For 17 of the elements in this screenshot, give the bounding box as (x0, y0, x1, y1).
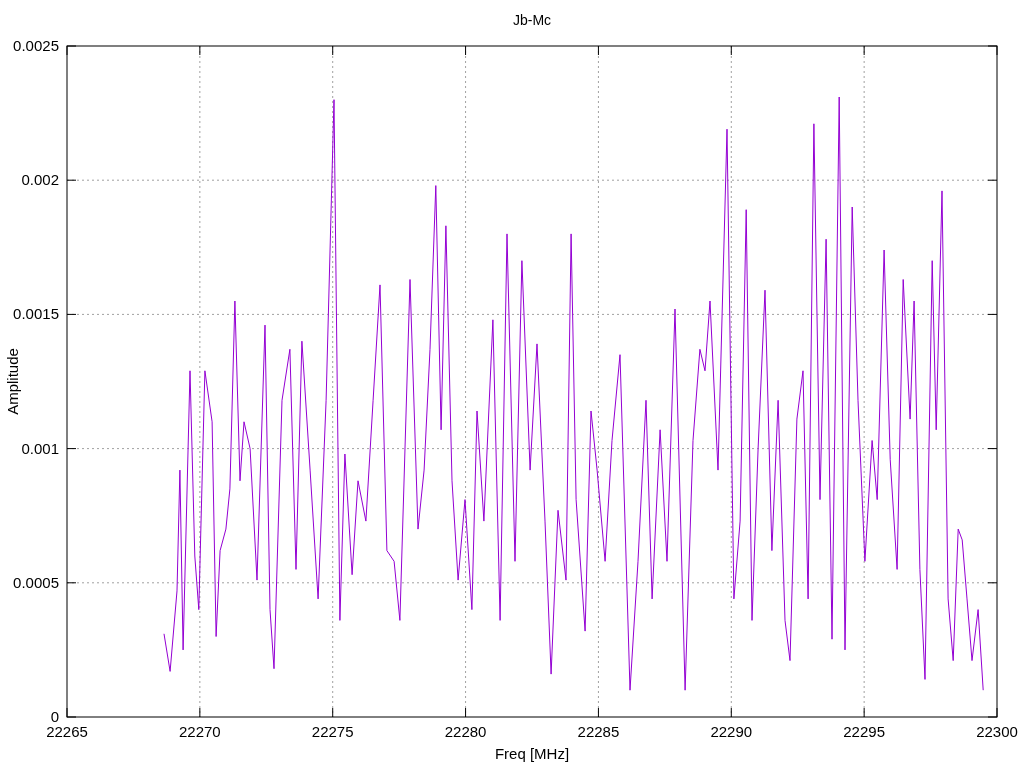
chart-title: Jb-Mc (512, 12, 552, 28)
y-tick-label: 0.001 (21, 439, 59, 457)
x-axis-label: Freq [MHz] (494, 745, 570, 762)
x-tick-label: 22295 (843, 723, 885, 740)
y-axis-label: Amplitude (4, 348, 21, 415)
x-tick-label: 22285 (577, 723, 620, 740)
x-tick-label: 22270 (179, 723, 221, 740)
x-tick-label: 22300 (976, 723, 1018, 740)
x-tick-label: 22275 (311, 723, 354, 740)
y-tick-label: 0.0025 (13, 37, 59, 54)
y-tick-label: 0.002 (21, 171, 59, 189)
y-tick-label: 0.0015 (13, 305, 59, 323)
x-tick-label: 22280 (444, 723, 487, 740)
y-tick-label: 0 (50, 708, 59, 725)
x-tick-label: 22265 (46, 723, 88, 740)
x-tick-label: 22290 (710, 723, 753, 740)
y-tick-label: 0.0005 (13, 573, 59, 591)
